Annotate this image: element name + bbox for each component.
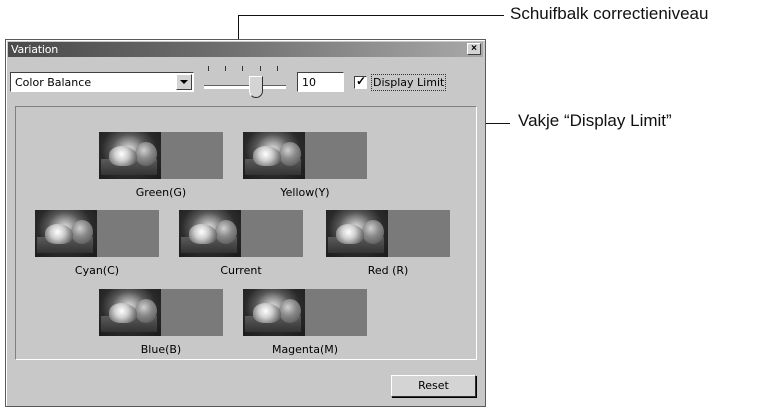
preview-image: [326, 210, 388, 257]
slider-tick: [225, 66, 226, 71]
fruit-shape: [362, 220, 384, 244]
title-bar[interactable]: Variation ×: [8, 42, 483, 57]
window-title: Variation: [11, 43, 59, 56]
preview-image: [179, 210, 241, 257]
cat-shape: [45, 224, 73, 244]
variation-thumbnail-blue[interactable]: [99, 289, 223, 336]
cat-shape: [109, 303, 137, 323]
slider-tick: [277, 66, 278, 71]
mode-dropdown[interactable]: Color Balance: [10, 72, 194, 92]
cat-shape: [109, 146, 137, 166]
preview-image: [243, 132, 305, 179]
variation-label: Blue(B): [140, 343, 182, 356]
preview-image: [99, 289, 161, 336]
slider-track[interactable]: [204, 85, 286, 89]
slider-callout-label: Schuifbalk correctieniveau: [510, 4, 709, 23]
level-input[interactable]: 10: [297, 72, 344, 92]
slider-tick: [208, 66, 209, 71]
fruit-shape: [135, 142, 157, 166]
cat-shape: [253, 146, 281, 166]
chevron-down-icon[interactable]: [176, 74, 192, 90]
variation-window: Variation × Color Balance 10 Display Lim…: [5, 39, 486, 407]
preview-image: [243, 289, 305, 336]
fruit-shape: [71, 220, 93, 244]
variation-thumbnail-current[interactable]: [179, 210, 303, 257]
variation-label: Current: [220, 264, 262, 277]
preview-image: [99, 132, 161, 179]
variation-thumbnail-magenta[interactable]: [243, 289, 367, 336]
variation-label: Yellow(Y): [280, 186, 330, 199]
mode-dropdown-value: Color Balance: [15, 76, 92, 89]
cat-shape: [336, 224, 364, 244]
reset-button[interactable]: Reset: [391, 375, 476, 397]
slider-tick: [242, 66, 243, 71]
fruit-shape: [279, 142, 301, 166]
checkbox-callout-label: Vakje “Display Limit”: [518, 111, 672, 130]
preview-image: [35, 210, 97, 257]
fruit-shape: [135, 299, 157, 323]
variations-panel: Green(G) Yellow(Y) Cyan(C) Current Red (…: [15, 106, 477, 360]
variation-label: Green(G): [135, 186, 187, 199]
variation-thumbnail-cyan[interactable]: [35, 210, 159, 257]
slider-tick: [260, 66, 261, 71]
display-limit-checkbox[interactable]: [354, 74, 367, 89]
fruit-shape: [279, 299, 301, 323]
close-icon: ×: [471, 43, 477, 54]
level-input-value: 10: [302, 76, 316, 89]
variation-thumbnail-yellow[interactable]: [243, 132, 367, 179]
display-limit-label[interactable]: Display Limit: [371, 74, 447, 91]
variation-label: Red (R): [367, 264, 409, 277]
cat-shape: [189, 224, 217, 244]
variation-label: Cyan(C): [74, 264, 120, 277]
fruit-shape: [215, 220, 237, 244]
variation-thumbnail-red[interactable]: [326, 210, 450, 257]
cat-shape: [253, 303, 281, 323]
close-button[interactable]: ×: [467, 43, 481, 55]
variation-thumbnail-green[interactable]: [99, 132, 223, 179]
variation-label: Magenta(M): [271, 343, 339, 356]
slider-callout-horizontal: [238, 15, 504, 16]
slider-thumb[interactable]: [248, 76, 263, 98]
